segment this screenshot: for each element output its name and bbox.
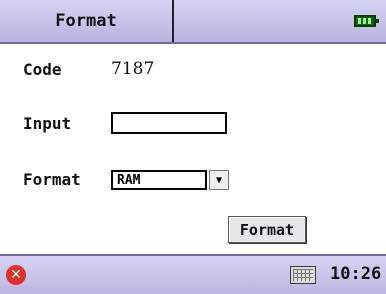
close-icon[interactable]: ✕ [6, 265, 26, 285]
keyboard-icon[interactable] [290, 266, 316, 284]
battery-icon [354, 15, 379, 27]
task-bar: ✕ 10:26 [0, 254, 386, 294]
clock: 10:26 [330, 264, 382, 284]
title-bar: Format [0, 0, 386, 44]
format-selected-value: RAM [117, 172, 141, 188]
format-label: Format [23, 170, 81, 189]
input-field[interactable] [111, 112, 227, 134]
code-label: Code [23, 60, 62, 79]
format-select[interactable]: RAM [111, 170, 207, 190]
window-title: Format [0, 0, 174, 42]
dropdown-arrow-icon[interactable]: ▼ [209, 170, 229, 190]
input-label: Input [23, 114, 72, 133]
code-value: 7187 [111, 59, 155, 79]
format-button[interactable]: Format [228, 216, 306, 243]
